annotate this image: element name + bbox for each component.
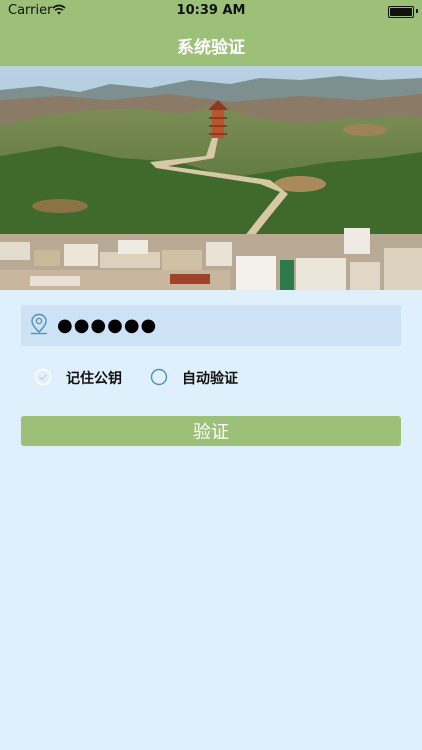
password-value: ●●●●●● [57,315,158,336]
battery-icon [388,6,414,18]
remember-key-label: 记住公钥 [66,371,122,387]
banner-image [0,66,422,290]
radio-circle-icon[interactable] [150,368,168,390]
verify-button[interactable]: 验证 [21,416,401,446]
key-input[interactable]: ●●●●●● [21,305,401,346]
clock-time: 10:39 AM [176,3,246,18]
header-bar: Carrier 10:39 AM 系统验证 [0,0,422,66]
auto-verify-label: 自动验证 [182,371,238,387]
status-bar: Carrier 10:39 AM [0,0,422,22]
location-pin-icon [29,313,49,339]
battery-tip [416,9,418,13]
check-circle-icon[interactable] [34,368,52,390]
page-title: 系统验证 [177,38,245,58]
